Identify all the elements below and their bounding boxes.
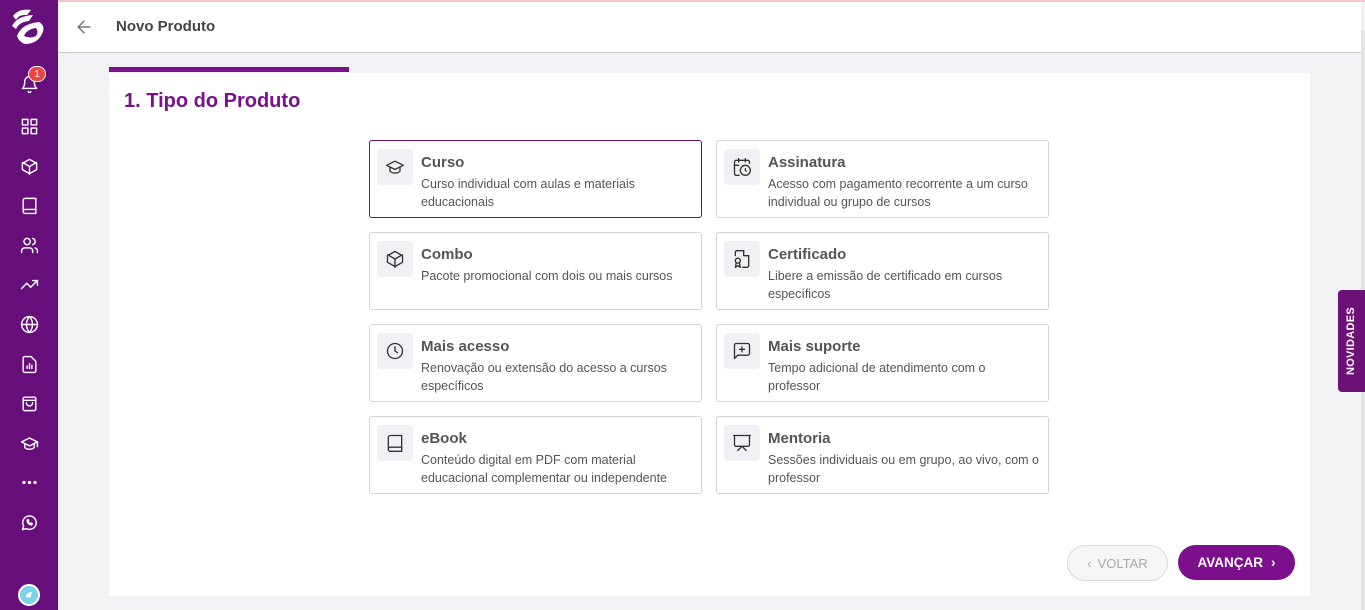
certificate-icon bbox=[724, 241, 760, 277]
back-arrow-icon[interactable] bbox=[74, 17, 94, 37]
book-icon[interactable] bbox=[17, 193, 41, 217]
option-title: Certificado bbox=[768, 246, 847, 263]
sidebar: 1 bbox=[0, 0, 58, 610]
option-certificado[interactable]: Certificado Libere a emissão de certific… bbox=[716, 232, 1049, 310]
option-mais-acesso[interactable]: Mais acesso Renovação ou extensão do ace… bbox=[369, 324, 702, 402]
option-description: Sessões individuais ou em grupo, ao vivo… bbox=[768, 453, 1039, 485]
globe-icon[interactable] bbox=[17, 312, 41, 336]
option-ebook[interactable]: eBook Conteúdo digital em PDF com materi… bbox=[369, 416, 702, 494]
step-progress-bar bbox=[109, 67, 349, 72]
clock-icon bbox=[377, 333, 413, 369]
back-button[interactable]: ‹ VOLTAR bbox=[1067, 545, 1168, 581]
bag-icon[interactable] bbox=[17, 391, 41, 415]
product-type-card bbox=[109, 73, 1310, 596]
option-description: Curso individual com aulas e materiais e… bbox=[421, 177, 635, 209]
trending-icon[interactable] bbox=[17, 272, 41, 296]
dashboard-icon[interactable] bbox=[17, 114, 41, 138]
news-tab-label: NOVIDADES bbox=[1345, 306, 1358, 376]
box-icon[interactable] bbox=[17, 154, 41, 178]
option-description: Libere a emissão de certificado em curso… bbox=[768, 269, 1003, 301]
option-title: Curso bbox=[421, 154, 465, 171]
option-description: Acesso com pagamento recorrente a um cur… bbox=[768, 177, 1028, 209]
presentation-icon bbox=[724, 425, 760, 461]
option-description: Pacote promocional com dois ou mais curs… bbox=[421, 269, 673, 283]
option-description: Tempo adicional de atendimento com o pro… bbox=[768, 361, 986, 393]
option-title: Assinatura bbox=[768, 154, 846, 171]
avatar[interactable] bbox=[18, 584, 40, 606]
option-title: Mais suporte bbox=[768, 338, 861, 355]
option-assinatura[interactable]: Assinatura Acesso com pagamento recorren… bbox=[716, 140, 1049, 218]
back-button-label: VOLTAR bbox=[1097, 555, 1148, 571]
option-curso[interactable]: Curso Curso individual com aulas e mater… bbox=[369, 140, 702, 218]
option-combo[interactable]: Combo Pacote promocional com dois ou mai… bbox=[369, 232, 702, 310]
package-icon bbox=[377, 241, 413, 277]
option-title: eBook bbox=[421, 430, 467, 447]
header: Novo Produto bbox=[58, 2, 1361, 53]
option-title: Mentoria bbox=[768, 430, 831, 447]
notification-badge: 1 bbox=[28, 66, 46, 82]
graduation-cap-icon bbox=[377, 149, 413, 185]
page-title: Novo Produto bbox=[116, 18, 216, 35]
users-icon[interactable] bbox=[17, 233, 41, 257]
option-mais-suporte[interactable]: Mais suporte Tempo adicional de atendime… bbox=[716, 324, 1049, 402]
step-title: 1. Tipo do Produto bbox=[124, 90, 301, 112]
graduation-icon[interactable] bbox=[17, 431, 41, 455]
message-plus-icon bbox=[724, 333, 760, 369]
logo-icon[interactable] bbox=[9, 6, 49, 48]
calendar-clock-icon bbox=[724, 149, 760, 185]
option-title: Combo bbox=[421, 246, 473, 263]
option-description: Conteúdo digital em PDF com material edu… bbox=[421, 453, 668, 485]
option-mentoria[interactable]: Mentoria Sessões individuais ou em grupo… bbox=[716, 416, 1049, 494]
whatsapp-icon[interactable] bbox=[17, 510, 41, 534]
report-icon[interactable] bbox=[17, 352, 41, 376]
chevron-right-icon: › bbox=[1271, 555, 1276, 570]
option-description: Renovação ou extensão do acesso a cursos… bbox=[421, 361, 667, 393]
next-button[interactable]: AVANÇAR › bbox=[1178, 545, 1295, 580]
option-title: Mais acesso bbox=[421, 338, 510, 355]
ebook-icon bbox=[377, 425, 413, 461]
news-tab[interactable]: NOVIDADES bbox=[1338, 290, 1365, 392]
chevron-left-icon: ‹ bbox=[1087, 555, 1092, 571]
more-icon[interactable] bbox=[17, 470, 41, 494]
next-button-label: AVANÇAR bbox=[1197, 555, 1264, 570]
